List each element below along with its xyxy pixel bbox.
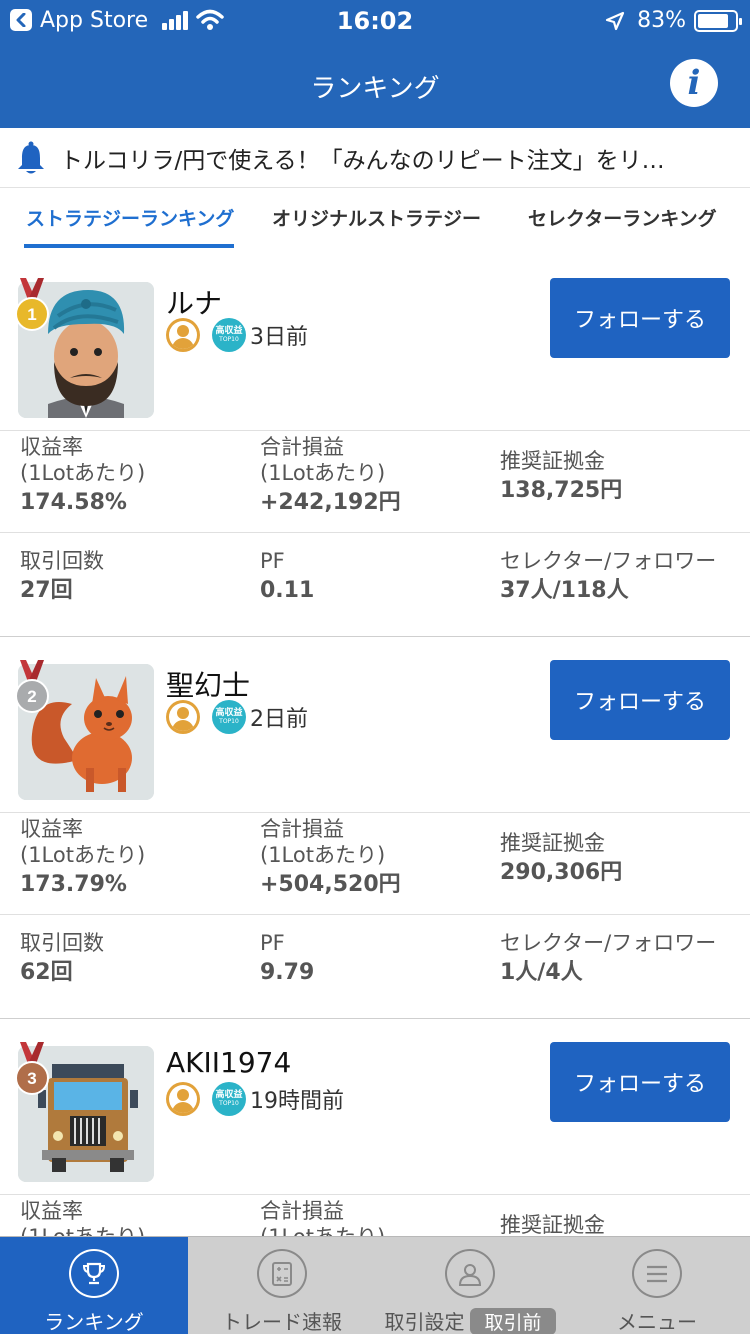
- trades-value: 62回: [20, 960, 73, 985]
- profit-rate-value: 174.58%: [20, 490, 127, 515]
- stat-total-pl: 合計損益 (1Lotあたり) +504,520円: [260, 817, 401, 897]
- trophy-icon: [69, 1249, 119, 1298]
- divider: [0, 1194, 750, 1195]
- nav-bar: ランキング i: [0, 40, 750, 128]
- tab-ranking-label: ランキング: [44, 1310, 144, 1334]
- rank-number: 2: [27, 687, 36, 706]
- follow-button[interactable]: フォローする: [550, 278, 730, 358]
- divider: [0, 812, 750, 813]
- person-icon: [166, 318, 200, 352]
- battery-percent: 83%: [637, 8, 686, 33]
- tab-trade-news[interactable]: トレード速報: [188, 1237, 376, 1334]
- gold-medal-icon: 1: [15, 278, 49, 331]
- updated-time: 19時間前: [250, 1089, 344, 1114]
- battery-icon: [694, 9, 742, 32]
- stat-profit-rate: 収益率 (1Lotあたり) 173.79%: [20, 817, 146, 897]
- stat-trades: 取引回数 62回: [20, 931, 104, 985]
- rank-number: 1: [27, 305, 36, 324]
- stat-total-pl: 合計損益 (1Lotあたり) +242,192円: [260, 435, 401, 515]
- strategy-meta: 高収益 TOP10 3日前: [166, 318, 308, 352]
- tab-menu[interactable]: メニュー: [564, 1237, 750, 1334]
- status-right: 83%: [605, 8, 742, 33]
- tab-strategy-ranking[interactable]: ストラテジーランキング: [26, 204, 234, 231]
- status-bar: App Store 16:02 83%: [0, 0, 750, 40]
- ranking-tabs: ストラテジーランキング オリジナルストラテジー セレクターランキング: [0, 188, 750, 250]
- pf-value: 0.11: [260, 578, 315, 603]
- notice-banner[interactable]: トルコリラ/円で使える！「みんなのリピート注文」をリ…: [0, 128, 750, 188]
- updated-time: 2日前: [250, 707, 308, 732]
- updated-time: 3日前: [250, 325, 308, 350]
- top10-badge: 高収益 TOP10: [212, 700, 246, 734]
- person-outline-icon: [445, 1249, 495, 1298]
- stat-pf: PF 9.79: [260, 931, 315, 985]
- follow-button[interactable]: フォローする: [550, 1042, 730, 1122]
- strategy-meta: 高収益 TOP10 19時間前: [166, 1082, 344, 1116]
- calculator-icon: [257, 1249, 307, 1298]
- pf-value: 9.79: [260, 960, 315, 985]
- stat-selector-follower: セレクター/フォロワー 1人/4人: [500, 931, 717, 985]
- top10-badge: 高収益 TOP10: [212, 1082, 246, 1116]
- divider: [0, 532, 750, 533]
- strategy-name[interactable]: AKII1974: [166, 1046, 291, 1079]
- menu-icon: [632, 1249, 682, 1298]
- strategy-name[interactable]: ルナ: [166, 282, 222, 322]
- stat-trades: 取引回数 27回: [20, 549, 104, 603]
- margin-value: 290,306円: [500, 860, 623, 885]
- stat-margin: 推奨証拠金 138,725円: [500, 449, 623, 503]
- selector-follower-value: 37人/118人: [500, 578, 629, 603]
- active-tab-indicator: [24, 244, 234, 248]
- stat-profit-rate: 収益率 (1Lotあたり) 174.58%: [20, 435, 146, 515]
- location-icon: [605, 11, 625, 30]
- page-title: ランキング: [310, 74, 440, 104]
- total-pl-value: +242,192円: [260, 490, 401, 515]
- bell-icon: [18, 141, 44, 173]
- top10-badge: 高収益 TOP10: [212, 318, 246, 352]
- selector-follower-value: 1人/4人: [500, 960, 583, 985]
- rank-number: 3: [27, 1069, 36, 1088]
- notice-text: トルコリラ/円で使える！「みんなのリピート注文」をリ…: [60, 147, 665, 174]
- divider: [0, 914, 750, 915]
- stat-pf: PF 0.11: [260, 549, 315, 603]
- tab-ranking[interactable]: ランキング: [0, 1237, 188, 1334]
- tab-trade-settings[interactable]: 取引設定 取引前: [376, 1237, 564, 1334]
- strategy-meta: 高収益 TOP10 2日前: [166, 700, 308, 734]
- person-icon: [166, 1082, 200, 1116]
- trades-value: 27回: [20, 578, 73, 603]
- divider: [0, 430, 750, 431]
- tab-menu-label: メニュー: [617, 1310, 697, 1334]
- tab-trade-settings-label: 取引設定 取引前: [384, 1306, 556, 1334]
- silver-medal-icon: 2: [15, 660, 49, 713]
- tab-trade-news-label: トレード速報: [222, 1310, 342, 1334]
- follow-button[interactable]: フォローする: [550, 660, 730, 740]
- tab-original-strategy[interactable]: オリジナルストラテジー: [272, 204, 481, 231]
- bottom-tab-bar: ランキング トレード速報 取引設定 取引前 メニュー: [0, 1236, 750, 1334]
- bronze-medal-icon: 3: [15, 1042, 49, 1095]
- tab-selector-ranking[interactable]: セレクターランキング: [528, 204, 717, 231]
- profit-rate-value: 173.79%: [20, 872, 127, 897]
- card-separator: [0, 1018, 750, 1019]
- stat-selector-follower: セレクター/フォロワー 37人/118人: [500, 549, 717, 603]
- strategy-name[interactable]: 聖幻士: [166, 664, 250, 704]
- card-separator: [0, 636, 750, 637]
- margin-value: 138,725円: [500, 478, 623, 503]
- total-pl-value: +504,520円: [260, 872, 401, 897]
- stat-margin: 推奨証拠金: [500, 1213, 605, 1237]
- stat-margin: 推奨証拠金 290,306円: [500, 831, 623, 885]
- status-badge: 取引前: [470, 1308, 556, 1334]
- person-icon: [166, 700, 200, 734]
- info-button[interactable]: i: [670, 59, 718, 107]
